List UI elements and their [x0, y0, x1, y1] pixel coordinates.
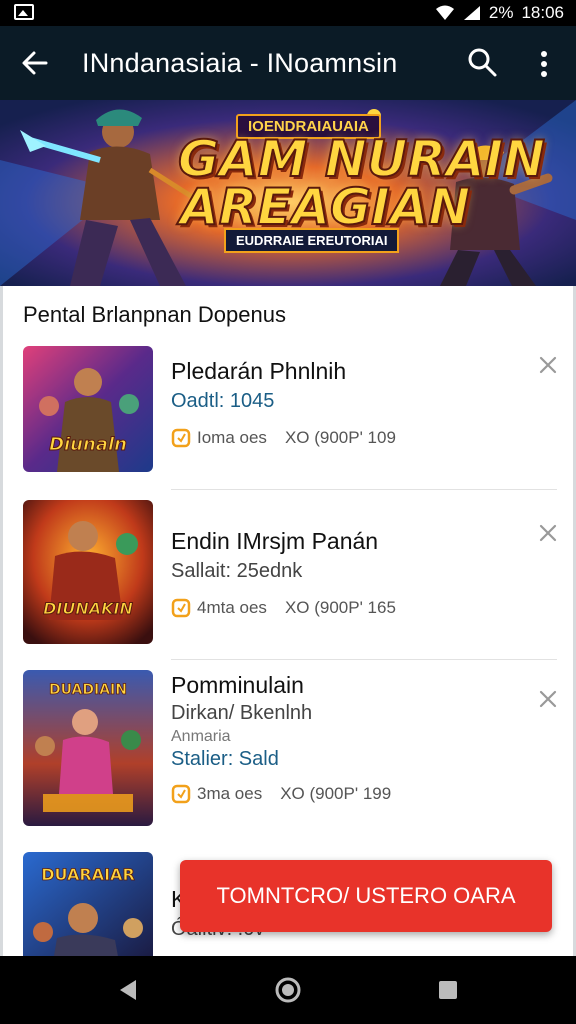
divider [171, 659, 557, 660]
list-item[interactable]: Diunaln Pledarán Phnlnih Oadtl: 1045 Iom… [21, 346, 557, 476]
back-triangle-icon[interactable] [112, 974, 144, 1006]
home-circle-icon[interactable] [272, 974, 304, 1006]
game-thumbnail[interactable]: DIUNAKIN [23, 500, 153, 644]
item-price: XO (900P' 199 [280, 784, 392, 803]
gallery-icon [14, 4, 34, 20]
close-icon[interactable] [537, 688, 559, 710]
wifi-icon [435, 5, 454, 20]
divider [171, 489, 557, 490]
status-icons: 2% 18:06 [435, 3, 564, 23]
game-thumbnail[interactable]: DUADIAIN [23, 670, 153, 826]
item-coins: 4mta oes [197, 598, 267, 617]
item-title[interactable]: Pledarán Phnlnih [171, 358, 346, 385]
search-icon[interactable] [466, 46, 498, 78]
clock: 18:06 [521, 3, 564, 22]
close-icon[interactable] [537, 354, 559, 376]
item-stats: 4mta oes XO (900P' 165 [171, 598, 396, 618]
page-title: INndanasiaia - INoamnsin [82, 48, 398, 78]
item-stats: Ioma oes XO (900P' 109 [171, 428, 396, 448]
primary-action-button[interactable]: TOMNTCRO/ USTERO OARA [180, 860, 552, 932]
item-line-3: Anmaria [171, 728, 231, 745]
section-title: Pental Brlanpnan Dopenus [23, 302, 286, 327]
coin-icon [171, 598, 191, 618]
thumbnail-text: DIUNAKIN [43, 599, 133, 618]
status-bar: 2% 18:06 [0, 0, 576, 26]
game-thumbnail[interactable]: DUARAIAR [23, 852, 153, 956]
recents-square-icon[interactable] [432, 974, 464, 1006]
list-item[interactable]: DIUNAKIN Endin IMrsjm Panán Sallait: 25e… [21, 500, 557, 646]
thumbnail-text: DUADIAIN [49, 682, 127, 698]
signal-icon [463, 6, 480, 20]
item-stats: 3ma oes XO (900P' 199 [171, 784, 391, 804]
item-price: XO (900P' 109 [284, 428, 396, 447]
item-subtitle: Sallait: 25ednk [171, 560, 303, 582]
item-coins: 3ma oes [197, 784, 263, 803]
item-subtitle: Stalier: Sald [171, 748, 279, 770]
item-title[interactable]: Pomminulain [171, 672, 304, 699]
battery-text: 2% [488, 3, 514, 22]
item-price: XO (900P' 165 [284, 598, 396, 617]
back-arrow-icon[interactable] [20, 48, 50, 78]
banner-subtitle: EUDRRAIE EREUTORIAI [224, 228, 400, 253]
coin-icon [171, 428, 191, 448]
content-panel: Pental Brlanpnan Dopenus Diunaln Pledará… [0, 286, 576, 956]
app-bar: INndanasiaia - INoamnsin [0, 26, 576, 100]
coin-icon [171, 784, 191, 804]
promo-banner[interactable]: IOENDRAIAUAIA GAM NURAIN AREAGIAN EUDRRA… [0, 100, 576, 286]
system-nav-bar [0, 956, 576, 1024]
game-thumbnail[interactable]: Diunaln [23, 346, 153, 472]
item-coins: Ioma oes [197, 428, 267, 447]
more-vert-icon[interactable] [528, 48, 560, 80]
close-icon[interactable] [537, 522, 559, 544]
list-item[interactable]: DUADIAIN Pomminulain Dirkan/ Bkenlnh Anm… [21, 670, 557, 830]
item-line-2: Dirkan/ Bkenlnh [171, 702, 313, 724]
item-subtitle: Oadtl: 1045 [171, 390, 275, 412]
thumbnail-text: DUARAIAR [41, 865, 135, 884]
item-title[interactable]: Endin IMrsjm Panán [171, 528, 378, 555]
thumbnail-text: Diunaln [49, 434, 127, 455]
